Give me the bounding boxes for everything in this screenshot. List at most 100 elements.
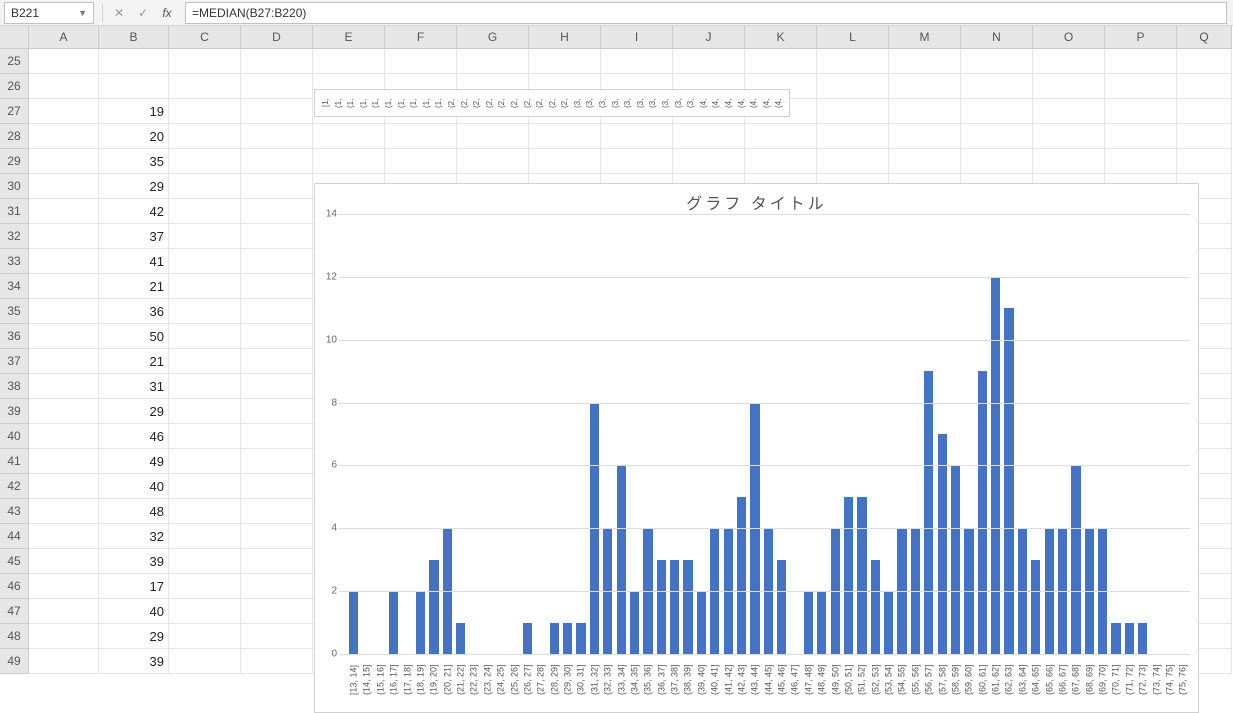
cell-J28[interactable] — [673, 124, 745, 149]
cell-L28[interactable] — [817, 124, 889, 149]
chart-bar[interactable] — [804, 591, 813, 654]
cell-D48[interactable] — [241, 624, 313, 649]
cell-M25[interactable] — [889, 49, 961, 74]
column-header-D[interactable]: D — [241, 26, 313, 49]
cell-E28[interactable] — [313, 124, 385, 149]
cell-C48[interactable] — [169, 624, 241, 649]
cell-B39[interactable]: 29 — [99, 399, 169, 424]
cell-D27[interactable] — [241, 99, 313, 124]
column-header-M[interactable]: M — [889, 26, 961, 49]
cell-H28[interactable] — [529, 124, 601, 149]
cell-A26[interactable] — [29, 74, 99, 99]
row-header-30[interactable]: 30 — [0, 174, 29, 199]
cell-D35[interactable] — [241, 299, 313, 324]
chart-bar[interactable] — [617, 465, 626, 654]
cell-B34[interactable]: 21 — [99, 274, 169, 299]
cell-P27[interactable] — [1105, 99, 1177, 124]
cell-C41[interactable] — [169, 449, 241, 474]
cell-B25[interactable] — [99, 49, 169, 74]
cell-O26[interactable] — [1033, 74, 1105, 99]
row-header-48[interactable]: 48 — [0, 624, 29, 649]
name-box[interactable]: B221 ▼ — [4, 2, 94, 24]
cell-A31[interactable] — [29, 199, 99, 224]
cell-D37[interactable] — [241, 349, 313, 374]
cell-A44[interactable] — [29, 524, 99, 549]
confirm-icon[interactable]: ✓ — [135, 5, 151, 21]
column-header-C[interactable]: C — [169, 26, 241, 49]
cell-N29[interactable] — [961, 149, 1033, 174]
cell-B36[interactable]: 50 — [99, 324, 169, 349]
cell-D45[interactable] — [241, 549, 313, 574]
row-header-25[interactable]: 25 — [0, 49, 29, 74]
cell-B41[interactable]: 49 — [99, 449, 169, 474]
cell-N25[interactable] — [961, 49, 1033, 74]
row-header-47[interactable]: 47 — [0, 599, 29, 624]
cell-C28[interactable] — [169, 124, 241, 149]
chart-bar[interactable] — [951, 465, 960, 654]
column-header-P[interactable]: P — [1105, 26, 1177, 49]
chart-bar[interactable] — [857, 497, 866, 654]
cell-C36[interactable] — [169, 324, 241, 349]
cell-A37[interactable] — [29, 349, 99, 374]
cell-P26[interactable] — [1105, 74, 1177, 99]
chart-bar[interactable] — [670, 560, 679, 654]
cell-D28[interactable] — [241, 124, 313, 149]
cell-Q28[interactable] — [1177, 124, 1232, 149]
cell-O25[interactable] — [1033, 49, 1105, 74]
cell-B44[interactable]: 32 — [99, 524, 169, 549]
cell-B45[interactable]: 39 — [99, 549, 169, 574]
cell-A32[interactable] — [29, 224, 99, 249]
cell-D36[interactable] — [241, 324, 313, 349]
chart-bar[interactable] — [978, 371, 987, 654]
cell-Q25[interactable] — [1177, 49, 1232, 74]
cell-Q26[interactable] — [1177, 74, 1232, 99]
cell-C34[interactable] — [169, 274, 241, 299]
cell-B31[interactable]: 42 — [99, 199, 169, 224]
chart-fragment-top[interactable]: [1,(1,(1,(1,(1,(1,(1,(1,(1,(1,(2,(2,(2,(… — [314, 89, 790, 117]
row-header-46[interactable]: 46 — [0, 574, 29, 599]
row-header-40[interactable]: 40 — [0, 424, 29, 449]
cell-L29[interactable] — [817, 149, 889, 174]
row-header-38[interactable]: 38 — [0, 374, 29, 399]
chart-bar[interactable] — [657, 560, 666, 654]
cell-B46[interactable]: 17 — [99, 574, 169, 599]
chart-bar[interactable] — [416, 591, 425, 654]
cell-A36[interactable] — [29, 324, 99, 349]
cell-B32[interactable]: 37 — [99, 224, 169, 249]
chart-bar[interactable] — [817, 591, 826, 654]
cell-A30[interactable] — [29, 174, 99, 199]
cell-P29[interactable] — [1105, 149, 1177, 174]
cell-C42[interactable] — [169, 474, 241, 499]
cell-C25[interactable] — [169, 49, 241, 74]
cell-B28[interactable]: 20 — [99, 124, 169, 149]
cell-C30[interactable] — [169, 174, 241, 199]
chart-bar[interactable] — [550, 623, 559, 654]
cell-G29[interactable] — [457, 149, 529, 174]
cell-F29[interactable] — [385, 149, 457, 174]
cell-B27[interactable]: 19 — [99, 99, 169, 124]
cell-D46[interactable] — [241, 574, 313, 599]
cell-D34[interactable] — [241, 274, 313, 299]
cell-A49[interactable] — [29, 649, 99, 674]
chart-bar[interactable] — [1138, 623, 1147, 654]
cell-A46[interactable] — [29, 574, 99, 599]
cell-M27[interactable] — [889, 99, 961, 124]
cell-D31[interactable] — [241, 199, 313, 224]
cell-I28[interactable] — [601, 124, 673, 149]
cell-F25[interactable] — [385, 49, 457, 74]
cell-N28[interactable] — [961, 124, 1033, 149]
chart-bar[interactable] — [924, 371, 933, 654]
cell-M26[interactable] — [889, 74, 961, 99]
cell-J25[interactable] — [673, 49, 745, 74]
chart-plot-area[interactable]: 02468101214 — [339, 214, 1190, 654]
cell-B29[interactable]: 35 — [99, 149, 169, 174]
cell-G25[interactable] — [457, 49, 529, 74]
cell-B26[interactable] — [99, 74, 169, 99]
cell-G28[interactable] — [457, 124, 529, 149]
cell-D47[interactable] — [241, 599, 313, 624]
cell-B33[interactable]: 41 — [99, 249, 169, 274]
cell-C32[interactable] — [169, 224, 241, 249]
column-header-E[interactable]: E — [313, 26, 385, 49]
cell-L25[interactable] — [817, 49, 889, 74]
cell-C35[interactable] — [169, 299, 241, 324]
